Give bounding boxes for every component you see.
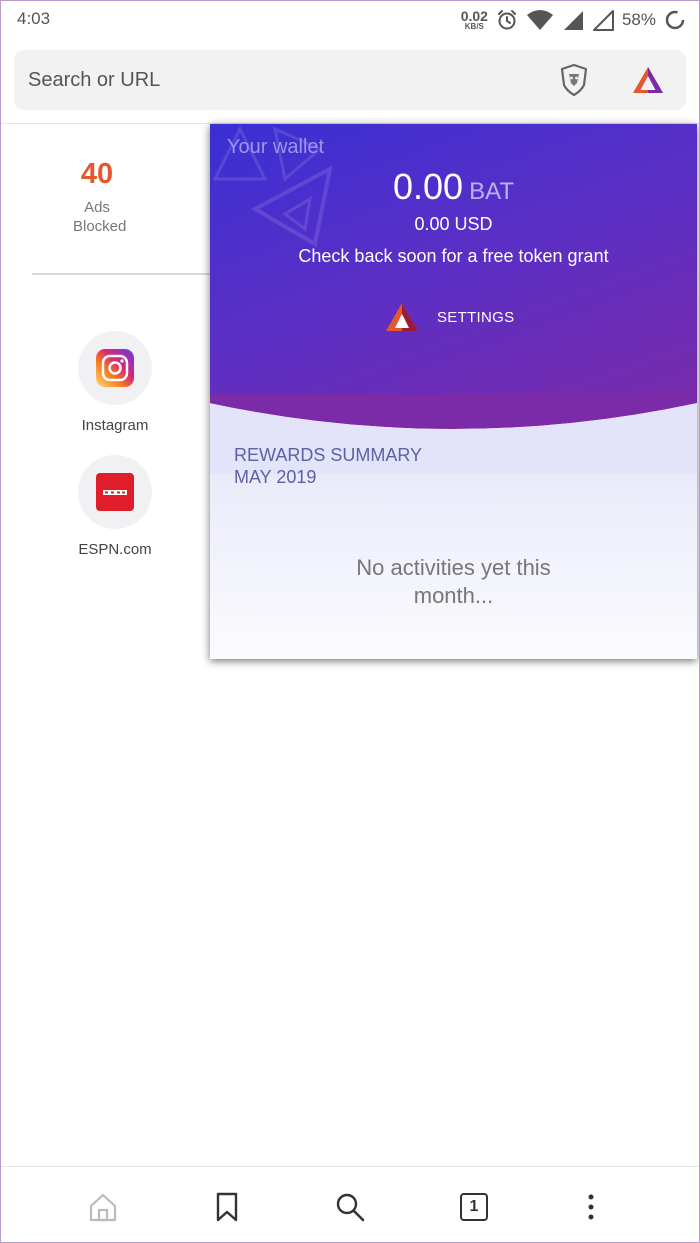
loading-ring-icon (665, 10, 685, 30)
bat-logo-icon (386, 303, 418, 331)
bat-balance-value: 0.00 (393, 166, 464, 207)
search-button[interactable] (330, 1187, 370, 1227)
network-speed-value: 0.02 (460, 8, 488, 24)
bat-balance: 0.00 BAT (210, 166, 697, 208)
top-site-label[interactable]: ESPN.com (55, 541, 175, 558)
wifi-icon (526, 10, 553, 30)
url-input-placeholder[interactable]: Search or URL (28, 69, 160, 92)
bookmarks-button[interactable] (207, 1187, 247, 1227)
status-bar: 4:03 0.02 KB/S 58% (0, 0, 700, 40)
status-time: 4:03 (17, 9, 51, 28)
rewards-summary-heading: REWARDS SUMMARY MAY 2019 (234, 444, 422, 488)
grant-message: Check back soon for a free token grant (298, 246, 609, 266)
top-site-icon-circle[interactable] (78, 331, 152, 405)
alarm-icon (497, 10, 516, 30)
wallet-title: Your wallet (227, 136, 325, 158)
bat-currency: BAT (469, 178, 514, 205)
stats-divider (32, 273, 212, 275)
signal-empty-icon (592, 10, 614, 31)
bookmark-icon (216, 1192, 238, 1222)
network-speed-unit: KB/S (464, 22, 484, 31)
top-site-label[interactable]: Instagram (55, 417, 175, 434)
search-icon (336, 1193, 365, 1222)
status-icons: 0.02 KB/S 58% (461, 6, 686, 34)
instagram-icon (96, 349, 134, 387)
espn-icon (96, 473, 134, 511)
rewards-panel: Your wallet 0.00 BAT 0.00 USD Check back … (210, 124, 697, 659)
bat-rewards-icon[interactable] (632, 65, 664, 95)
brave-shield-icon[interactable] (559, 64, 589, 96)
battery-percent: 58% (621, 10, 656, 29)
bottom-nav: 1 (0, 1167, 700, 1243)
home-icon (89, 1193, 117, 1222)
more-menu-button[interactable] (571, 1187, 611, 1227)
url-bar[interactable]: Search or URL (14, 50, 686, 110)
usd-balance: 0.00 USD (414, 214, 493, 234)
top-site-icon-circle[interactable] (78, 455, 152, 529)
tab-count: 1 (469, 1198, 479, 1215)
no-activity-message: No activities yet this month... (356, 555, 551, 608)
wallet-header: Your wallet 0.00 BAT 0.00 USD Check back … (210, 124, 697, 429)
settings-label[interactable]: SETTINGS (437, 309, 514, 326)
summary-month: MAY 2019 (234, 467, 317, 487)
signal-icon (563, 11, 583, 30)
settings-button[interactable]: SETTINGS (385, 302, 514, 332)
network-speed: 0.02 KB/S (461, 9, 488, 31)
ads-blocked-label: Ads Blocked (73, 199, 127, 235)
ads-blocked-count: 40 (80, 158, 114, 190)
summary-title: REWARDS SUMMARY (234, 445, 423, 465)
tab-switcher-icon: 1 (460, 1193, 488, 1221)
top-site-espn[interactable]: ESPN.com (55, 455, 175, 558)
more-menu-icon (588, 1194, 594, 1220)
tab-switcher-button[interactable]: 1 (454, 1187, 494, 1227)
top-site-instagram[interactable]: Instagram (55, 331, 175, 434)
home-button[interactable] (83, 1187, 123, 1227)
